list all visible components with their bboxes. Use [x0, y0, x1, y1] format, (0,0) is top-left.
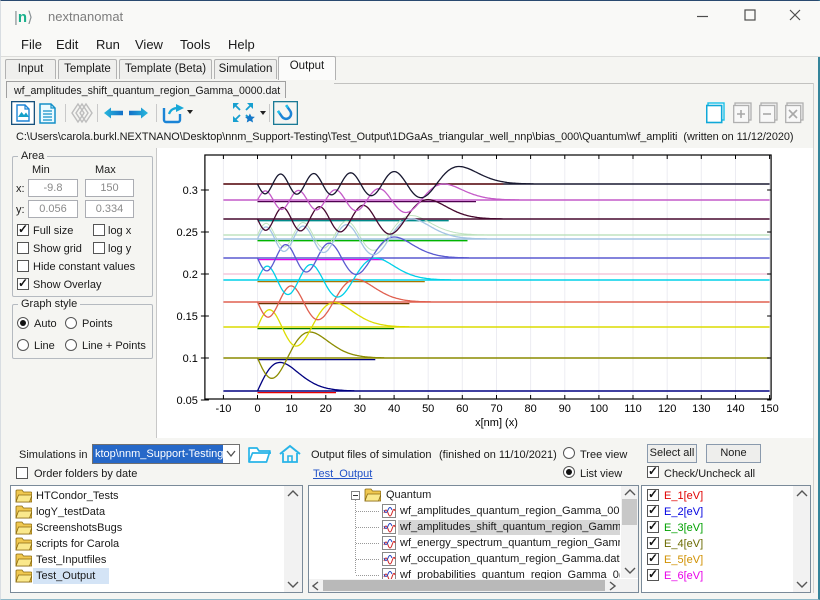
- svg-text:10: 10: [285, 403, 297, 415]
- svg-text:80: 80: [524, 403, 536, 415]
- svg-text:-10: -10: [215, 403, 231, 415]
- svg-text:0.1: 0.1: [183, 353, 198, 365]
- svg-text:140: 140: [726, 403, 744, 415]
- svg-text:30: 30: [354, 403, 366, 415]
- svg-text:40: 40: [388, 403, 400, 415]
- svg-text:110: 110: [624, 403, 642, 415]
- svg-text:x[nm] (x): x[nm] (x): [475, 417, 518, 429]
- svg-text:0: 0: [254, 403, 260, 415]
- svg-text:0.25: 0.25: [176, 227, 197, 239]
- svg-text:0.05: 0.05: [176, 395, 197, 407]
- svg-text:90: 90: [559, 403, 571, 415]
- svg-text:0.15: 0.15: [176, 311, 197, 323]
- svg-text:0.3: 0.3: [183, 185, 198, 197]
- svg-text:120: 120: [658, 403, 676, 415]
- svg-text:20: 20: [320, 403, 332, 415]
- svg-text:130: 130: [692, 403, 710, 415]
- svg-text:60: 60: [456, 403, 468, 415]
- svg-text:100: 100: [590, 403, 608, 415]
- svg-text:70: 70: [490, 403, 502, 415]
- svg-text:50: 50: [422, 403, 434, 415]
- svg-text:0.2: 0.2: [183, 269, 198, 281]
- svg-text:150: 150: [760, 403, 778, 415]
